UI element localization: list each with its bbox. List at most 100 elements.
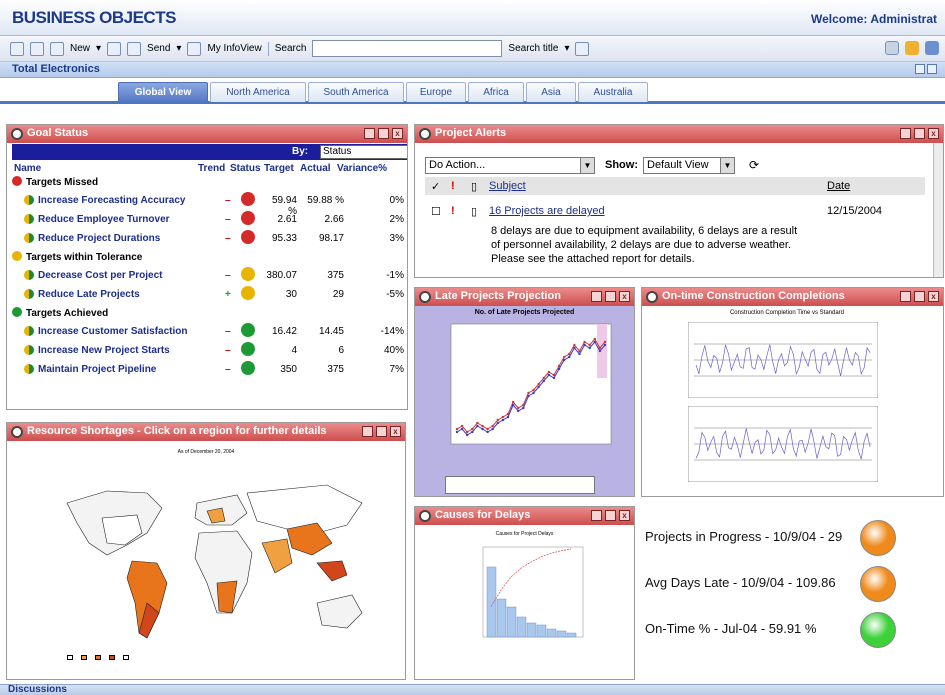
goal-name-link[interactable]: Increase Customer Satisfaction [38,326,188,337]
col-subject[interactable]: Subject [489,180,526,192]
maximize-icon[interactable] [376,426,387,437]
tab-north-america[interactable]: North America [210,82,306,102]
refresh-icon[interactable] [107,41,122,56]
close-icon[interactable]: x [928,128,939,139]
goal-name-link[interactable]: Maintain Project Pipeline [38,364,156,375]
chevron-down-icon[interactable]: ▼ [580,158,594,173]
myinfoview-button[interactable]: My InfoView [207,43,261,54]
data-point [598,349,602,353]
status-apple-icon [241,192,255,206]
status-apple-icon [241,211,255,225]
minimize-icon[interactable] [364,128,375,139]
alert-checkbox[interactable]: ☐ [431,205,441,218]
section-title: Targets Achieved [26,308,109,319]
minimize-icon[interactable] [591,291,602,302]
logoff-icon[interactable] [905,41,919,55]
search-title-dropdown[interactable]: Search title [508,43,558,54]
minimize-icon[interactable] [362,426,373,437]
data-point [522,406,525,410]
action-select[interactable]: Do Action... ▼ [425,157,595,174]
variance-value: 0% [389,195,404,206]
view-select[interactable]: Default View ▼ [643,157,735,174]
ontime-chart-top[interactable] [688,322,878,398]
col-date[interactable]: Date [827,180,850,192]
goal-row[interactable]: Increase New Project Starts – 4 6 40% [12,342,407,359]
discussions-link[interactable]: Discussions [8,684,67,695]
maximize-icon[interactable] [378,128,389,139]
maximize-icon[interactable] [914,128,925,139]
new-button[interactable]: New [70,43,90,54]
ontime-chart-bottom[interactable] [688,406,878,482]
data-point [517,409,520,413]
restore-icon[interactable] [915,64,925,74]
chevron-down-icon[interactable]: ▾ [96,43,101,54]
goal-name-link[interactable]: Reduce Project Durations [38,233,160,244]
causes-pareto-chart[interactable] [475,543,605,653]
tab-south-america[interactable]: South America [308,82,404,102]
tab-africa[interactable]: Africa [468,82,524,102]
data-point [481,424,484,428]
maximize-icon[interactable] [914,291,925,302]
minimize-icon[interactable] [591,510,602,521]
world-map[interactable] [47,463,377,653]
col-actual[interactable]: Actual [300,163,331,174]
goal-name-link[interactable]: Increase Forecasting Accuracy [38,195,185,206]
tab-asia[interactable]: Asia [526,82,576,102]
tab-europe[interactable]: Europe [406,82,466,102]
close-icon[interactable]: x [928,291,939,302]
col-name[interactable]: Name [14,163,41,174]
goal-row[interactable]: Increase Customer Satisfaction – 16.42 14.4… [12,323,407,340]
infoview-icon[interactable] [187,41,202,56]
close-icon[interactable]: x [619,291,630,302]
data-point [496,418,500,422]
data-point [476,421,479,425]
goal-row[interactable]: Reduce Employee Turnover – 2.61 2.66 2% [12,211,407,228]
close-icon[interactable]: x [619,510,630,521]
goal-row[interactable]: Increase Forecasting Accuracy –59.94 % 59.… [12,192,407,217]
alerts-scrollbar[interactable] [933,143,943,277]
send-button[interactable]: Send [147,43,170,54]
data-point [547,373,551,377]
alert-subject-link[interactable]: 16 Projects are delayed [489,205,605,217]
col-status[interactable]: Status [230,163,261,174]
goal-name-link[interactable]: Reduce Late Projects [38,289,140,300]
documents-icon[interactable] [30,41,44,56]
maximize-icon[interactable] [927,64,937,74]
goal-row[interactable]: Reduce Project Durations – 95.33 98.17 3% [12,230,407,247]
goal-name-link[interactable]: Reduce Employee Turnover [38,214,170,225]
cursor-icon[interactable] [50,41,64,56]
close-icon[interactable]: x [390,426,401,437]
send-icon[interactable] [127,41,142,56]
data-point [593,340,596,344]
minimize-icon[interactable] [900,291,911,302]
goal-name-link[interactable]: Increase New Project Starts [38,345,170,356]
maximize-icon[interactable] [605,510,616,521]
search-input[interactable] [312,40,503,57]
chevron-down-icon[interactable]: ▼ [720,158,734,173]
preferences-icon[interactable] [885,41,899,55]
legend-swatch [123,655,129,660]
maximize-icon[interactable] [605,291,616,302]
goal-row[interactable]: Decrease Cost per Project – 380.07 375 -1% [12,267,407,284]
data-point [593,337,596,341]
refresh-icon[interactable]: ⟳ [749,158,759,172]
close-icon[interactable]: x [392,128,403,139]
data-point [573,343,576,347]
goal-row[interactable]: Reduce Late Projects +30 29 -5% [12,286,407,303]
tab-global-view[interactable]: Global View [118,82,208,102]
data-point [476,424,479,428]
tab-australia[interactable]: Australia [578,82,648,102]
goal-name-link[interactable]: Decrease Cost per Project [38,270,163,281]
search-go-icon[interactable] [575,41,590,56]
chevron-down-icon[interactable]: ▾ [564,43,569,54]
late-projects-chart[interactable] [437,320,627,460]
minimize-icon[interactable] [900,128,911,139]
home-icon[interactable] [10,41,24,56]
col-trend[interactable]: Trend [198,163,225,174]
goal-row[interactable]: Maintain Project Pipeline – 350 375 7% [12,361,407,378]
col-variance[interactable]: Variance% [337,163,387,174]
chevron-down-icon[interactable]: ▾ [176,43,181,54]
help-icon[interactable] [925,41,939,55]
by-select[interactable]: Status [320,145,407,159]
col-target[interactable]: Target [264,163,294,174]
